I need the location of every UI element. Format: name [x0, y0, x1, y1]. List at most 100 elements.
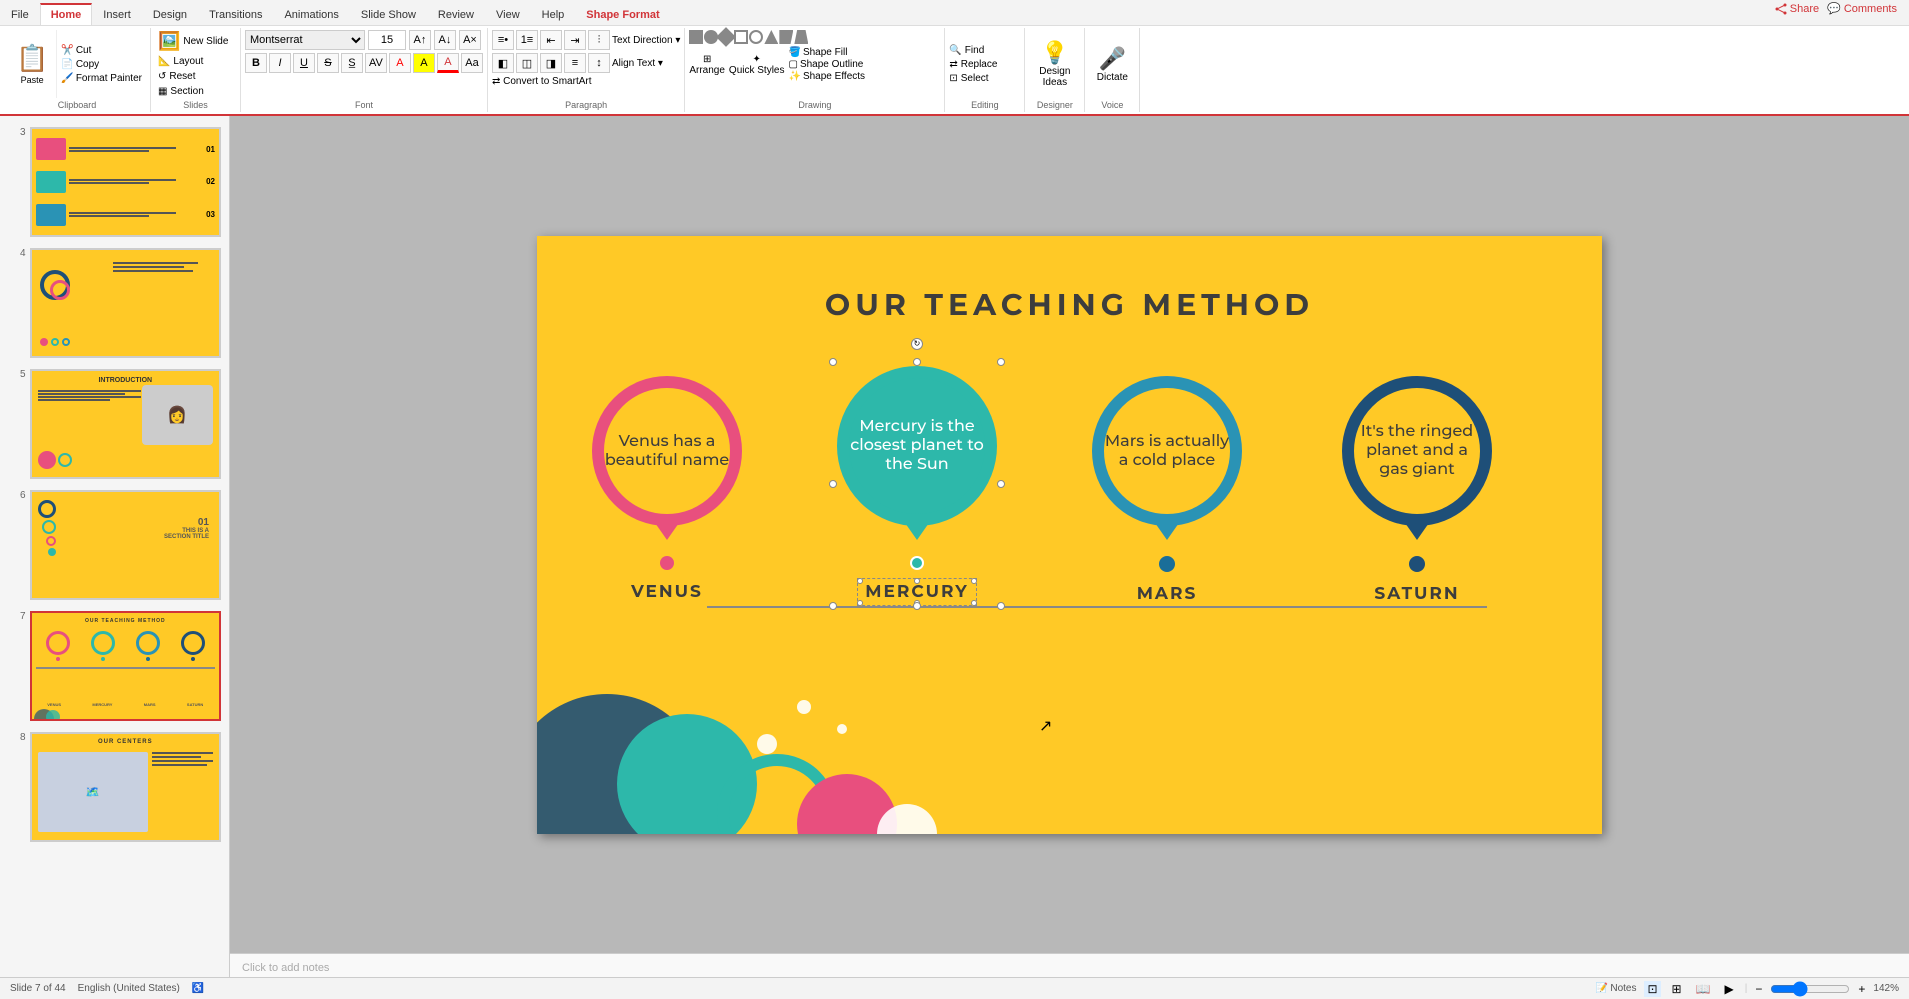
- fontcolor-button[interactable]: A: [389, 53, 411, 73]
- zoom-out-button[interactable]: −: [1755, 982, 1762, 996]
- comments-button[interactable]: 💬 Comments: [1827, 2, 1897, 15]
- planet-venus[interactable]: Venus has a beautiful name VENUS: [592, 376, 742, 602]
- font-grow-button[interactable]: A↑: [409, 30, 431, 50]
- linespace-button[interactable]: ↕: [588, 53, 610, 73]
- design-ideas-button[interactable]: 💡 Design Ideas: [1029, 30, 1080, 98]
- bold-button[interactable]: B: [245, 53, 267, 73]
- deco-circle-white-small2: [797, 700, 811, 714]
- charspacing-button[interactable]: AV: [365, 53, 387, 73]
- planet-saturn[interactable]: It's the ringed planet and a gas giant S…: [1342, 376, 1492, 604]
- tab-review[interactable]: Review: [427, 4, 485, 25]
- tab-home[interactable]: Home: [40, 3, 93, 25]
- notes-button[interactable]: 📝 Notes: [1596, 983, 1637, 994]
- italic-button[interactable]: I: [269, 53, 291, 73]
- shape-thumb[interactable]: [716, 27, 736, 47]
- tab-slideshow[interactable]: Slide Show: [350, 4, 427, 25]
- shape-thumb[interactable]: [749, 30, 763, 44]
- shape-effects-button[interactable]: ✨Shape Effects: [789, 71, 866, 82]
- reading-view-button[interactable]: 📖: [1693, 981, 1714, 997]
- copy-button[interactable]: 📄Copy: [59, 58, 144, 71]
- arrange-button[interactable]: ⊞ Arrange: [689, 54, 725, 76]
- underline-button[interactable]: U: [293, 53, 315, 73]
- font-name-select[interactable]: Montserrat: [245, 30, 365, 50]
- textcolor2-button[interactable]: A: [437, 53, 459, 73]
- shadow-button[interactable]: S̲: [341, 53, 363, 73]
- font-group-label: Font: [241, 100, 487, 110]
- slideshow-button[interactable]: ▶: [1722, 981, 1737, 997]
- slide-thumb-4[interactable]: [30, 248, 221, 358]
- tab-view[interactable]: View: [485, 4, 531, 25]
- align-text-button[interactable]: Align Text ▾: [612, 58, 663, 69]
- slide-thumb-6[interactable]: 01 THIS IS A SECTION TITLE: [30, 490, 221, 600]
- section-button[interactable]: ▦Section: [155, 85, 236, 98]
- shape-thumb[interactable]: [764, 30, 778, 44]
- tab-insert[interactable]: Insert: [92, 4, 142, 25]
- justify-button[interactable]: ≡: [564, 53, 586, 73]
- slide-thumb-7[interactable]: OUR TEACHING METHOD: [30, 611, 221, 721]
- editing-group-label: Editing: [945, 100, 1024, 110]
- tab-file[interactable]: File: [0, 4, 40, 25]
- align-left-button[interactable]: ◧: [492, 53, 514, 73]
- slides-group: 🖼️New Slide 📐Layout ↺Reset ▦Section Slid…: [151, 28, 241, 112]
- numbering-button[interactable]: 1≡: [516, 30, 538, 50]
- shape-thumb[interactable]: [794, 30, 808, 44]
- replace-button[interactable]: ⇄Replace: [949, 59, 1020, 70]
- convert-smartart-button[interactable]: ⇄ Convert to SmartArt: [492, 76, 680, 87]
- tab-design[interactable]: Design: [142, 4, 198, 25]
- format-painter-button[interactable]: 🖌️Format Painter: [59, 72, 144, 85]
- bullets-button[interactable]: ≡•: [492, 30, 514, 50]
- voice-group: 🎤 Dictate Voice: [1085, 28, 1140, 112]
- cut-button[interactable]: ✂️Cut: [59, 44, 144, 57]
- tab-animations[interactable]: Animations: [273, 4, 349, 25]
- zoom-slider[interactable]: [1770, 984, 1850, 994]
- timeline-line: [707, 606, 1487, 608]
- slide-thumb-8[interactable]: OUR CENTERS 🗺️: [30, 732, 221, 842]
- clipboard-group-label: Clipboard: [4, 100, 150, 110]
- font-shrink-button[interactable]: A↓: [434, 30, 456, 50]
- share-button[interactable]: Share: [1775, 3, 1819, 15]
- strikethrough-button[interactable]: S: [317, 53, 339, 73]
- slide-title: OUR TEACHING METHOD: [537, 286, 1602, 323]
- drawing-group: ⊞ Arrange ✦ Quick Styles 🪣Shape Fill ▢Sh…: [685, 28, 945, 112]
- align-center-button[interactable]: ◫: [516, 53, 538, 73]
- accessibility-icon[interactable]: ♿: [192, 983, 204, 994]
- increase-indent-button[interactable]: ⇥: [564, 30, 586, 50]
- slide-thumb-5[interactable]: INTRODUCTION 👩: [30, 369, 221, 479]
- text-direction-button[interactable]: Text Direction ▾: [612, 35, 680, 46]
- shape-thumb[interactable]: [734, 30, 748, 44]
- decrease-indent-button[interactable]: ⇤: [540, 30, 562, 50]
- new-slide-button[interactable]: 🖼️New Slide: [155, 30, 236, 53]
- shape-thumb[interactable]: [689, 30, 703, 44]
- dictate-button[interactable]: 🎤 Dictate: [1089, 30, 1135, 98]
- layout-button[interactable]: 📐Layout: [155, 55, 236, 68]
- clear-format-button[interactable]: A×: [459, 30, 481, 50]
- status-bar: Slide 7 of 44 English (United States) ♿ …: [0, 977, 1909, 999]
- quick-styles-button[interactable]: ✦ Quick Styles: [729, 54, 785, 76]
- slide-number-8: 8: [8, 728, 26, 743]
- paste-button[interactable]: 📋 Paste: [8, 30, 57, 98]
- normal-view-button[interactable]: ⊡: [1644, 981, 1660, 997]
- zoom-in-button[interactable]: +: [1858, 982, 1865, 996]
- ribbon-tabs: File Home Insert Design Transitions Anim…: [0, 0, 1909, 26]
- tab-shapeformat[interactable]: Shape Format: [575, 4, 670, 25]
- shape-outline-button[interactable]: ▢Shape Outline: [789, 59, 866, 70]
- font-case-button[interactable]: Aa: [461, 53, 483, 73]
- slide-sorter-button[interactable]: ⊞: [1669, 981, 1685, 997]
- slides-group-label: Slides: [151, 100, 240, 110]
- tab-transitions[interactable]: Transitions: [198, 4, 273, 25]
- planet-mercury[interactable]: Mercury is the closest planet to the Sun…: [837, 366, 997, 602]
- shape-fill-button[interactable]: 🪣Shape Fill: [789, 47, 866, 58]
- select-button[interactable]: ⊡Select: [949, 73, 1020, 84]
- shape-thumb[interactable]: [779, 30, 793, 44]
- slide-thumb-3[interactable]: 01 02: [30, 127, 221, 237]
- planet-mars[interactable]: Mars is actually a cold place MARS: [1092, 376, 1242, 604]
- notes-placeholder: Click to add notes: [242, 962, 329, 974]
- font-size-input[interactable]: [368, 30, 406, 50]
- align-right-button[interactable]: ◨: [540, 53, 562, 73]
- find-button[interactable]: 🔍Find: [949, 45, 1020, 56]
- highlight-button[interactable]: A: [413, 53, 435, 73]
- reset-button[interactable]: ↺Reset: [155, 70, 236, 83]
- slide-number-3: 3: [8, 123, 26, 138]
- tab-help[interactable]: Help: [531, 4, 576, 25]
- columns-button[interactable]: ⫶: [588, 30, 610, 50]
